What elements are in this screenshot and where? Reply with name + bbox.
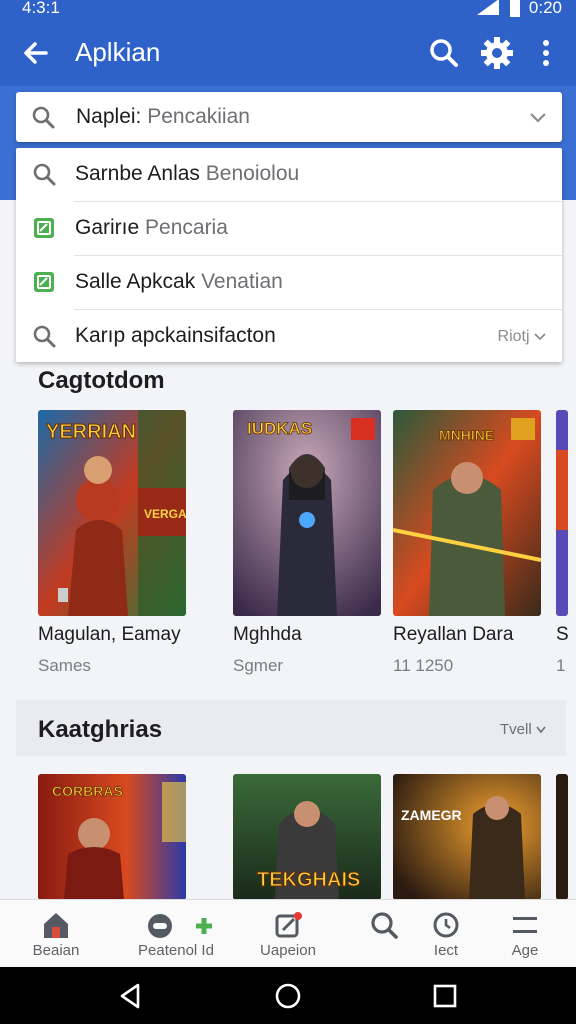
game-art-title: ZAMEGR bbox=[401, 807, 462, 823]
game-category: Sames bbox=[38, 656, 91, 675]
search-input[interactable]: Naplei: Pencakiian bbox=[16, 92, 562, 142]
system-nav-bar bbox=[0, 967, 576, 1024]
suggestion-item[interactable]: Karıp apckainsifacton Riotj bbox=[16, 310, 562, 364]
game-name[interactable]: Magulan, Eamay bbox=[38, 624, 181, 646]
suggestion-item[interactable]: Sarnbe Anlas Benoiolou bbox=[16, 148, 562, 202]
game-card-art[interactable]: ZAMEGR bbox=[393, 774, 541, 900]
suggestion-text: Karıp apckainsifacton bbox=[75, 324, 276, 347]
game-art-subtitle: VERGAM bbox=[144, 507, 186, 521]
nav-item-updates[interactable]: Uapeion bbox=[240, 900, 336, 968]
nav-item-apps[interactable]: Age bbox=[477, 900, 573, 968]
game-art-title: IUDKAS bbox=[247, 419, 312, 438]
gear-icon[interactable] bbox=[479, 35, 515, 71]
search-placeholder: Pencakiian bbox=[141, 105, 250, 128]
battery-icon bbox=[509, 0, 520, 17]
section-title: Kaatghrias bbox=[38, 716, 163, 743]
game-card-art[interactable] bbox=[556, 410, 568, 616]
game-art-title: CORBRAS bbox=[52, 783, 123, 799]
search-query: Naplei: Pencakiian bbox=[76, 105, 250, 128]
signal-icon bbox=[476, 0, 499, 15]
home-icon bbox=[44, 913, 68, 938]
search-icon bbox=[32, 106, 55, 129]
game-art-title: MNHINE bbox=[439, 427, 494, 443]
see-more-link[interactable]: Tvell bbox=[500, 721, 546, 738]
suggestion-tail: Riotj bbox=[498, 328, 546, 346]
search-icon bbox=[33, 163, 56, 186]
chevron-down-icon[interactable] bbox=[528, 107, 548, 127]
back-icon[interactable] bbox=[116, 981, 146, 1011]
game-name[interactable]: Reyallan Dara bbox=[393, 624, 513, 646]
app-bar: Aplkian bbox=[0, 20, 576, 86]
bottom-navigation: Beaian Peatenol Id Uapeion Iect Age bbox=[0, 899, 576, 967]
home-button-icon[interactable] bbox=[273, 981, 303, 1011]
game-card-art[interactable]: TEKGHAIS bbox=[233, 774, 381, 900]
plus-icon bbox=[196, 918, 212, 934]
search-icon[interactable] bbox=[426, 35, 462, 71]
more-vert-icon[interactable] bbox=[528, 35, 564, 71]
nav-label: Beaian bbox=[32, 942, 80, 959]
chevron-down-icon bbox=[536, 726, 546, 734]
clock-icon bbox=[433, 912, 459, 938]
app-green-icon bbox=[34, 272, 54, 292]
recents-icon[interactable] bbox=[430, 981, 460, 1011]
nav-item-home[interactable]: Beaian bbox=[8, 900, 104, 968]
game-card-art[interactable]: IUDKAS bbox=[233, 410, 381, 616]
menu-icon bbox=[513, 917, 537, 933]
game-name[interactable]: S bbox=[556, 624, 569, 646]
suggestion-item[interactable]: Salle Apkcak Venatian bbox=[16, 256, 562, 310]
game-card-art[interactable]: CORBRAS bbox=[38, 774, 186, 900]
game-art-title: YERRIAN bbox=[46, 421, 136, 443]
game-card-art[interactable]: MNHINE bbox=[393, 410, 541, 616]
suggestion-text: Garirıe Pencaria bbox=[75, 216, 228, 239]
suggestion-text: Salle Apkcak Venatian bbox=[75, 270, 283, 293]
nav-label: Age bbox=[511, 942, 539, 959]
status-time-right: 0:20 bbox=[528, 0, 562, 17]
game-category: 11 1250 bbox=[393, 656, 454, 675]
search-suggestions: Sarnbe Anlas Benoiolou Garirıe Pencaria … bbox=[16, 148, 562, 362]
search-icon bbox=[371, 912, 398, 939]
game-card-art[interactable]: YERRIAN VERGAM bbox=[38, 410, 186, 616]
status-time-left: 4:3:1 bbox=[22, 0, 60, 17]
game-name[interactable]: Mghhda bbox=[233, 624, 302, 646]
game-card-art[interactable] bbox=[556, 774, 568, 900]
back-arrow-icon[interactable] bbox=[18, 35, 54, 71]
status-bar: 4:3:1 0:20 bbox=[0, 0, 576, 20]
nav-label: Peatenol Id bbox=[138, 942, 214, 959]
suggestion-text: Sarnbe Anlas Benoiolou bbox=[75, 162, 300, 185]
search-icon bbox=[33, 325, 56, 348]
app-green-icon bbox=[34, 218, 54, 238]
suggestion-item[interactable]: Garirıe Pencaria bbox=[16, 202, 562, 256]
chevron-down-icon bbox=[534, 333, 546, 341]
game-art-title: TEKGHAIS bbox=[257, 869, 360, 891]
app-title: Aplkian bbox=[75, 37, 161, 67]
game-category: 1 bbox=[556, 656, 566, 675]
nav-item-games[interactable]: Peatenol Id bbox=[128, 900, 224, 968]
game-category: Sgmer bbox=[233, 656, 284, 675]
edit-icon bbox=[275, 912, 302, 938]
status-right: 0:20 bbox=[475, 0, 562, 18]
section-title: Cagtotdom bbox=[38, 367, 165, 394]
nav-label: Uapeion bbox=[260, 942, 316, 959]
